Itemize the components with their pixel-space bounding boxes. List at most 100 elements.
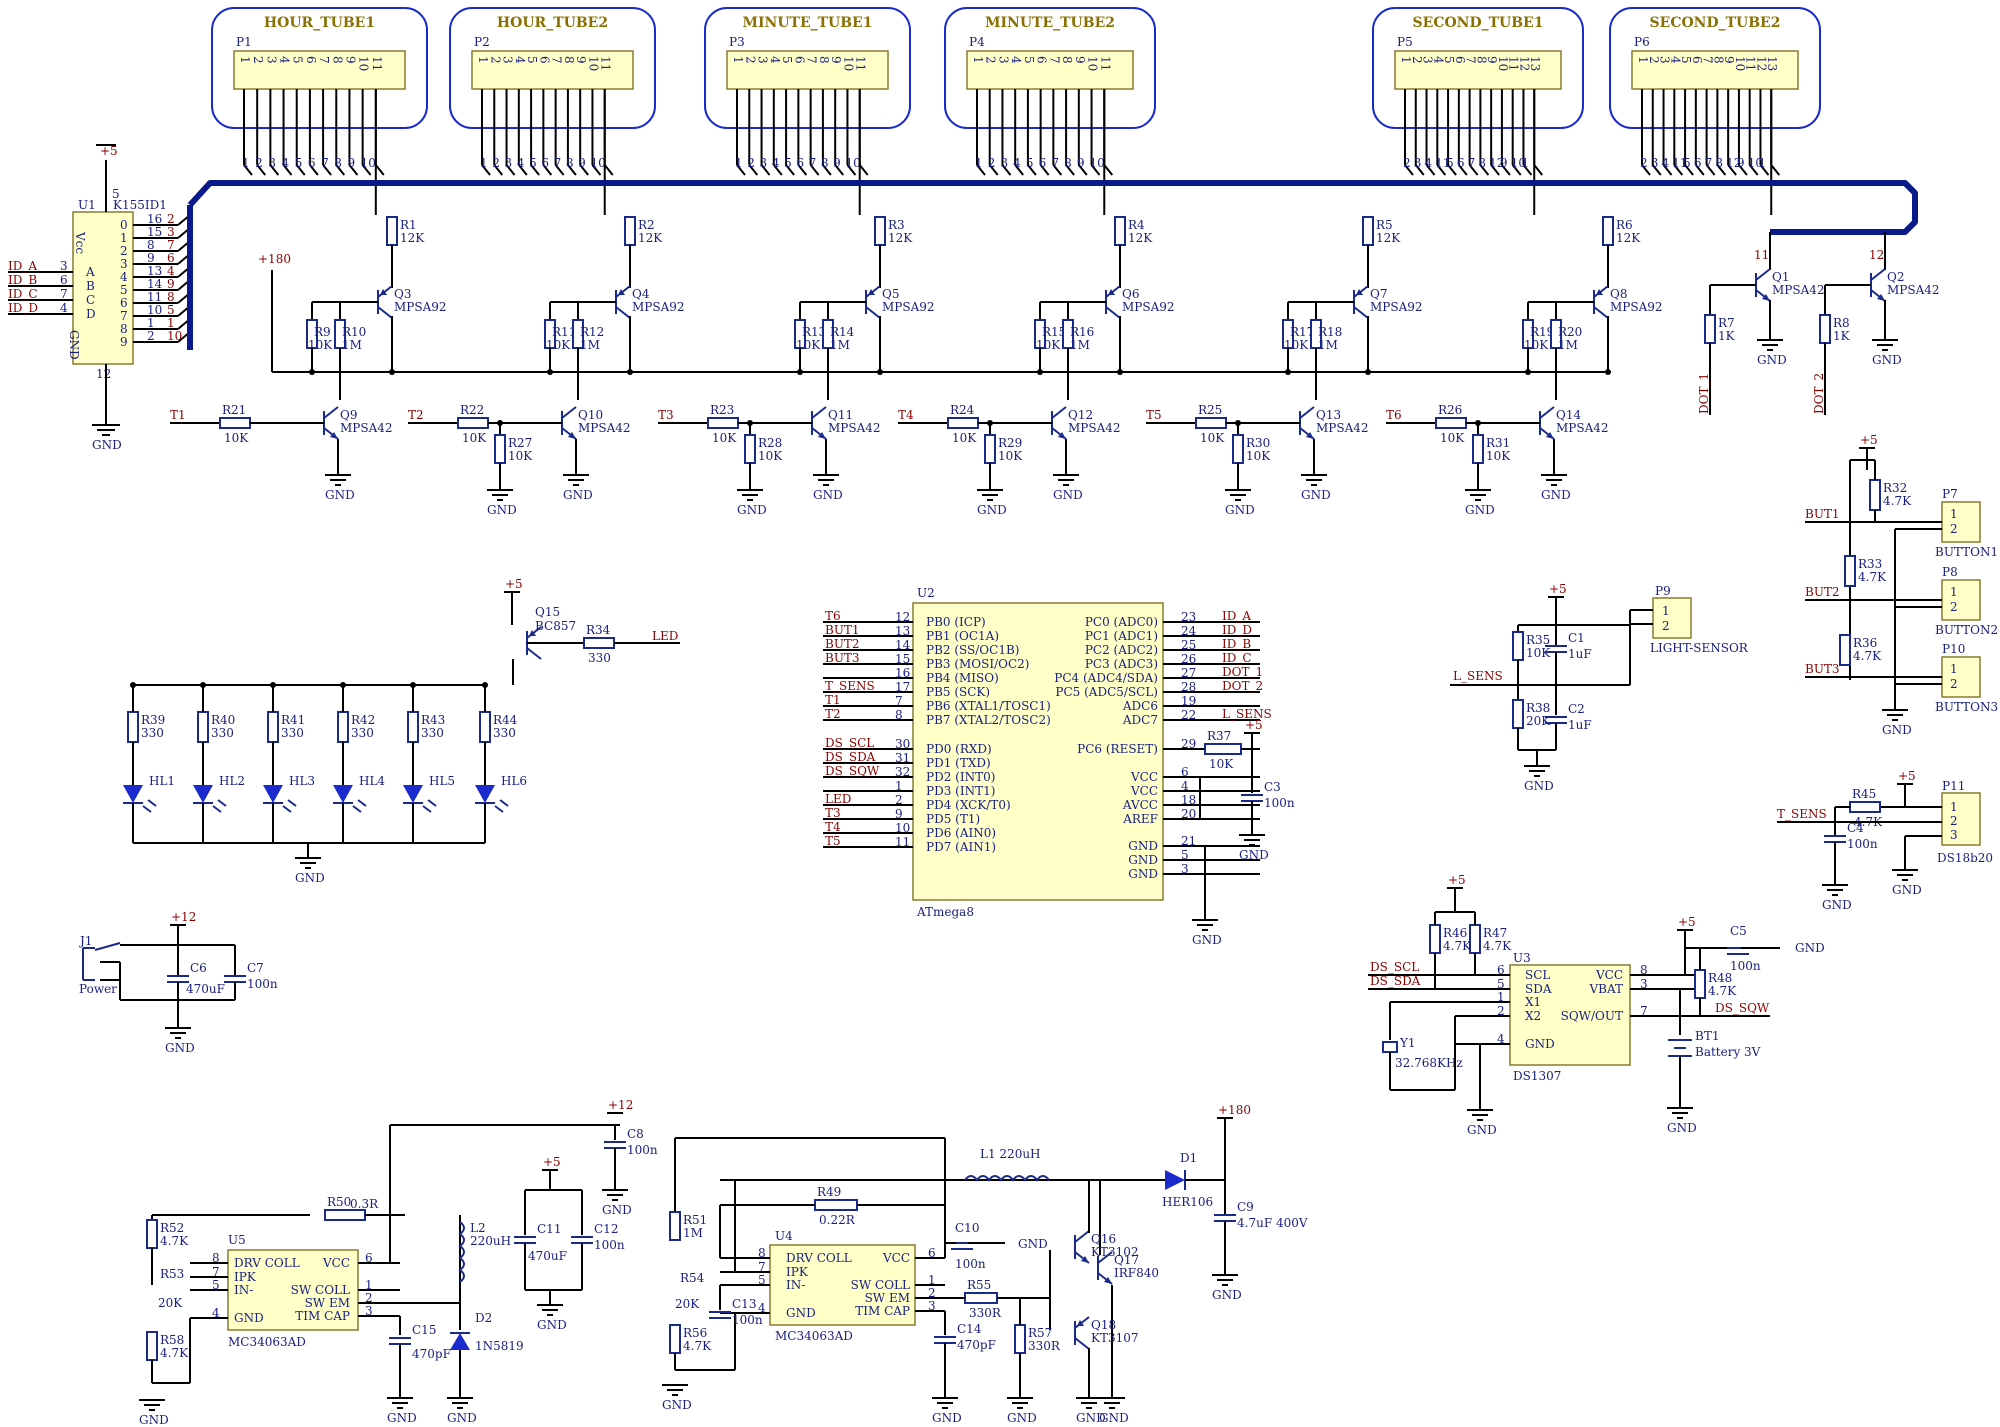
pnp-transistor: Q6MPSA92 (1105, 285, 1175, 319)
psu2-pulldown (1014, 1324, 1026, 1354)
resistor-ref: R36 (1853, 636, 1877, 650)
bus-number: 7 (1051, 156, 1059, 170)
power-label: +12 (608, 1098, 633, 1112)
gnd-label: GND (165, 1041, 195, 1055)
mcu-left-net: T2 (825, 707, 841, 721)
transistor-part: IRF840 (1114, 1266, 1159, 1280)
u1-output-pin: 1 (147, 316, 155, 330)
rtc-sda-net: DS_SDA (1370, 974, 1421, 988)
psu1-inductor-value: 220uH (470, 1234, 511, 1248)
anode-resistor (1362, 216, 1374, 246)
bus-number: 2 (492, 156, 500, 170)
led-ray (422, 805, 432, 813)
pnp-transistor: Q4MPSA92 (615, 285, 685, 319)
transistor-part: MPSA92 (1370, 300, 1423, 314)
rtc-ds1307-block: U3DS1307SCL6SDA5X11X22GND4VCC 8VBAT 3SQW/O… (1368, 873, 1825, 1137)
ds18-net: T_SENS (1777, 807, 1827, 821)
tube-pin-number: 3 (756, 56, 770, 64)
light-net: L_SENS (1453, 669, 1503, 683)
button-ref: P7 (1942, 487, 1958, 501)
bus-number: 5 (784, 156, 792, 170)
led-ray (147, 799, 157, 807)
ds18b20-block: P11123DS18b20+5R454.7KT_SENSC4100nGNDGND (1777, 769, 1993, 912)
resistor-ref: R30 (1246, 436, 1270, 450)
mcu-right-pin-name: AREF (1122, 812, 1158, 826)
mcu-left-net: T4 (825, 820, 841, 834)
mcu-left-pin-name: PD5 (T1) (926, 812, 980, 826)
ds18-pullup (1849, 801, 1881, 813)
resistor-ref: R7 (1718, 316, 1735, 330)
u1-pin5: 5 (112, 187, 120, 201)
psu1-sense-value: 0.3R (350, 1197, 379, 1211)
mcu-left-net: T3 (825, 806, 841, 820)
bus-number: 6 (1694, 156, 1702, 170)
psu2-pin-name: SW COLL (851, 1278, 910, 1292)
transistor-leg (1353, 306, 1369, 319)
transistor-leg (1593, 306, 1609, 319)
npn-transistor: Q12MPSA42 (1051, 406, 1121, 440)
light-resistor-top (1512, 631, 1524, 661)
bus-number: 6 (541, 156, 549, 170)
bus-number: 3 (1000, 156, 1008, 170)
anode-resistor (624, 216, 636, 246)
u1-output-pin: 11 (147, 290, 162, 304)
rtc-cap-ref: C5 (1730, 924, 1747, 938)
mcu-left-pin-name: PB5 (SCK) (926, 685, 990, 699)
input-resistor (1435, 417, 1467, 429)
gnd-label: GND (737, 503, 767, 517)
bus-number: 8 (1715, 156, 1723, 170)
bus-number: 4 (1662, 156, 1670, 170)
led-ref: HL5 (429, 774, 455, 788)
cap-ref: C13 (732, 1297, 756, 1311)
bus-number: 10 (1090, 156, 1105, 170)
bus-number: 1 (1758, 156, 1766, 170)
gnd-label: GND (1076, 1411, 1106, 1425)
u1-output-pin: 15 (147, 225, 162, 239)
transistor-leg (1539, 406, 1555, 419)
led-ray (499, 799, 509, 807)
junction-dot (410, 682, 416, 688)
led-resistor (407, 711, 419, 743)
led-ray (217, 799, 227, 807)
u1-input-pin: 7 (60, 287, 68, 301)
transistor-ref: Q12 (1068, 408, 1093, 422)
anode-resistor (874, 216, 886, 246)
led-resistor (337, 711, 349, 743)
tube-pin-number: 3 (501, 56, 515, 64)
bus-number: 7 (554, 156, 562, 170)
rtc-sqw-pullup (1694, 969, 1706, 999)
tube-pin-number: 7 (805, 56, 819, 64)
psu2-pin-name: IPK (786, 1265, 809, 1279)
resistor-value: 330 (211, 726, 234, 740)
transistor-ref: Q2 (1887, 270, 1904, 284)
resistor-value: 10K (712, 431, 737, 445)
led-backlight: +5Q15BC857 R34330LEDR39330HL1R40330HL2R41… (123, 577, 680, 885)
mcu-left-pin-name: PD1 (TXD) (926, 756, 991, 770)
bus-number: 9 (833, 156, 841, 170)
psu2-trim-value: 20K (675, 1297, 700, 1311)
transistor-leg (1870, 268, 1886, 281)
tube-pin-wire (1103, 164, 1114, 176)
mcu-left-net: T6 (825, 609, 841, 623)
psu2-divider-top (669, 1211, 681, 1241)
tube-pin-number: 11 (599, 56, 613, 71)
led-net: LED (652, 629, 678, 643)
resistor-value: 330 (281, 726, 304, 740)
psu2-diode-ref: D1 (1180, 1151, 1197, 1165)
psu1-sense-resistor (324, 1209, 366, 1221)
mcu-right-net: DOT_1 (1222, 665, 1263, 679)
psu1-trim-ref: R53 (160, 1267, 184, 1281)
u1-decoder: U1 K155ID1 5 12 Vcc GND AID_A 3BID_B 6CID_… (8, 144, 193, 452)
u1-gnd-label: GND (92, 438, 122, 452)
resistor-ref: R51 (683, 1213, 707, 1227)
pnp-transistor: Q8MPSA92 (1593, 285, 1663, 319)
mcu-right-pin-name: PC4 (ADC4/SDA) (1054, 671, 1158, 685)
mcu-reset-resistor (1204, 743, 1242, 755)
mcu-left-net: T_SENS (825, 679, 875, 693)
psu2-vcc-gnd: GND (1018, 1237, 1048, 1251)
gnd-label: GND (487, 503, 517, 517)
transistor-ref: Q9 (340, 408, 357, 422)
psu1-diode (450, 1333, 470, 1350)
u1-output-pin: 8 (147, 238, 155, 252)
bus-number: 3 (505, 156, 513, 170)
